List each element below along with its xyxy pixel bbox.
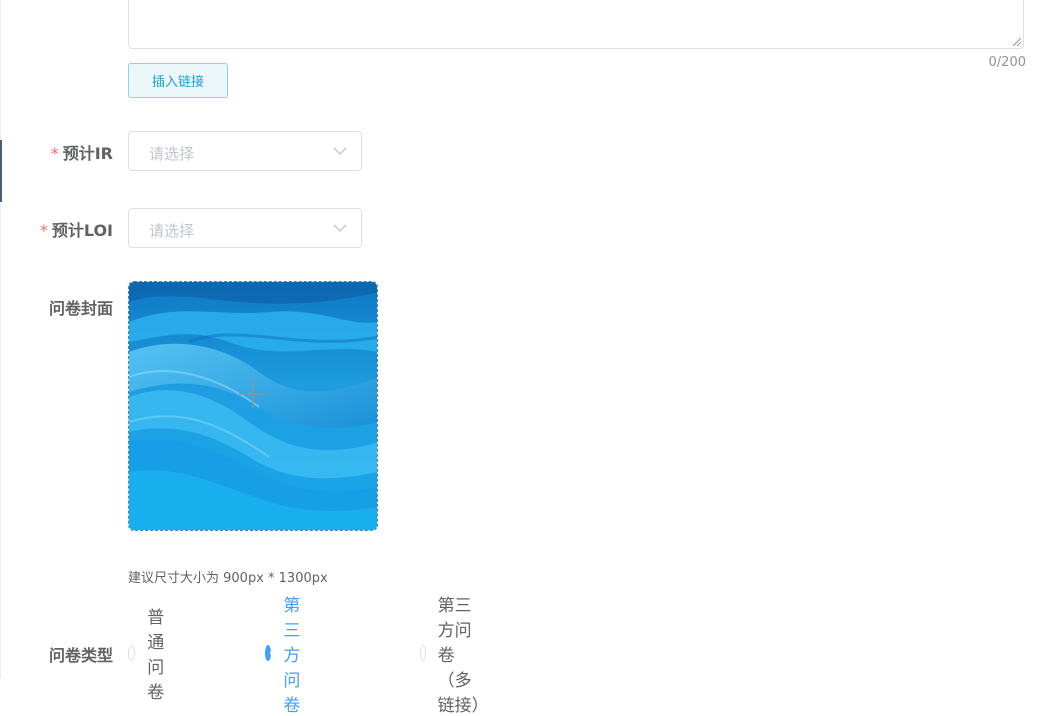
radio-third-party-multi[interactable]: 第三方问卷（多链接）: [420, 596, 489, 716]
page-left-border: [0, 0, 1, 678]
loi-select[interactable]: 请选择: [128, 208, 362, 248]
radio-circle-icon[interactable]: [128, 645, 136, 661]
char-counter: 0/200: [988, 55, 1026, 70]
ir-select[interactable]: 请选择: [128, 131, 362, 171]
cover-size-hint: 建议尺寸大小为 900px * 1300px: [128, 571, 328, 586]
left-accent-bar: [0, 140, 2, 202]
ir-label: * 预计IR: [51, 140, 113, 164]
required-mark: *: [50, 144, 59, 163]
loi-label-text: 预计LOI: [51, 221, 113, 240]
ir-select-placeholder: 请选择: [149, 145, 195, 163]
ir-label-text: 预计IR: [62, 144, 113, 163]
insert-link-button[interactable]: 插入链接: [128, 63, 228, 98]
cover-uploader[interactable]: [128, 281, 378, 531]
loi-select-placeholder: 请选择: [149, 222, 195, 240]
radio-label: 第三方问卷: [283, 595, 301, 716]
required-mark: *: [39, 221, 48, 240]
cover-label: 问卷封面: [48, 299, 113, 318]
radio-circle-icon[interactable]: [265, 645, 277, 661]
chevron-down-icon: [333, 147, 347, 155]
chevron-down-icon: [333, 224, 347, 232]
resize-grip-icon[interactable]: [1013, 38, 1021, 46]
radio-third-party[interactable]: 第三方问卷: [265, 596, 310, 716]
type-label: 问卷类型: [48, 646, 113, 665]
radio-label: 普通问卷: [147, 608, 165, 703]
radio-label: 第三方问卷（多链接）: [437, 595, 489, 716]
radio-circle-icon[interactable]: [420, 645, 426, 661]
plus-icon: [239, 380, 267, 408]
loi-label: * 预计LOI: [40, 217, 113, 241]
radio-normal[interactable]: 普通问卷: [128, 608, 173, 703]
description-textarea[interactable]: [128, 0, 1024, 49]
